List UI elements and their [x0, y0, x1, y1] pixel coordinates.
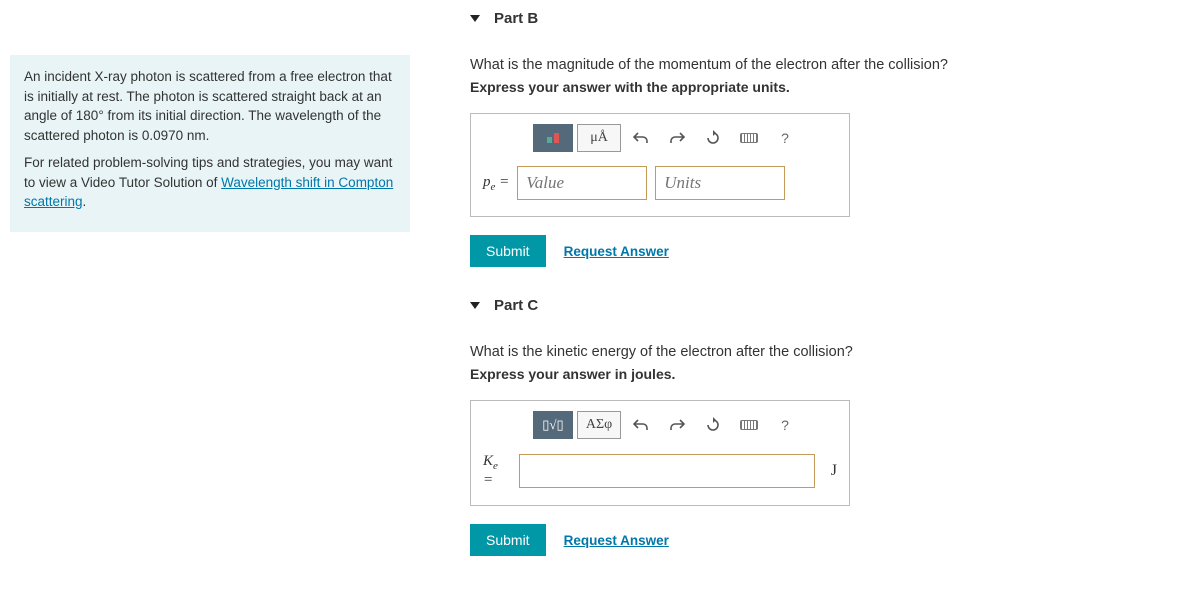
- part-c-header[interactable]: Part C: [470, 287, 1200, 322]
- reset-button[interactable]: [697, 124, 729, 152]
- undo-icon: [633, 418, 649, 432]
- part-b-request-answer-link[interactable]: Request Answer: [564, 244, 669, 259]
- part-c-title: Part C: [494, 297, 538, 314]
- part-b-header[interactable]: Part B: [470, 0, 1200, 35]
- undo-button[interactable]: [625, 124, 657, 152]
- part-b-variable-label: pe =: [483, 174, 509, 193]
- value-input[interactable]: [517, 166, 647, 200]
- keyboard-icon: [740, 420, 758, 430]
- part-c-toolbar: ▯√▯ ΑΣφ ?: [533, 411, 837, 439]
- keyboard-button[interactable]: [733, 411, 765, 439]
- part-b-question: What is the magnitude of the momentum of…: [470, 57, 1200, 73]
- math-templates-icon: ▯√▯: [542, 417, 563, 433]
- part-c-variable-label: Ke =: [483, 453, 511, 489]
- units-input[interactable]: [655, 166, 785, 200]
- unit-suffix: J: [831, 462, 837, 480]
- reset-icon: [705, 417, 721, 433]
- part-c-answer-box: ▯√▯ ΑΣφ ? Ke = J: [470, 400, 850, 506]
- kinetic-energy-input[interactable]: [519, 454, 814, 488]
- redo-icon: [669, 131, 685, 145]
- undo-icon: [633, 131, 649, 145]
- part-b-instruction: Express your answer with the appropriate…: [470, 79, 1200, 95]
- reset-button[interactable]: [697, 411, 729, 439]
- keyboard-button[interactable]: [733, 124, 765, 152]
- redo-button[interactable]: [661, 411, 693, 439]
- redo-button[interactable]: [661, 124, 693, 152]
- templates-button[interactable]: [533, 124, 573, 152]
- problem-statement-box: An incident X-ray photon is scattered fr…: [10, 55, 410, 232]
- part-b-submit-button[interactable]: Submit: [470, 235, 546, 267]
- units-button[interactable]: μÅ: [577, 124, 621, 152]
- problem-text: An incident X-ray photon is scattered fr…: [24, 67, 396, 145]
- caret-down-icon: [470, 15, 480, 22]
- part-b-answer-box: μÅ ? pe =: [470, 113, 850, 217]
- part-c-submit-button[interactable]: Submit: [470, 524, 546, 556]
- part-b-title: Part B: [494, 10, 538, 27]
- caret-down-icon: [470, 302, 480, 309]
- related-info: For related problem-solving tips and str…: [24, 153, 396, 212]
- help-button[interactable]: ?: [769, 411, 801, 439]
- math-templates-button[interactable]: ▯√▯: [533, 411, 573, 439]
- keyboard-icon: [740, 133, 758, 143]
- undo-button[interactable]: [625, 411, 657, 439]
- help-button[interactable]: ?: [769, 124, 801, 152]
- part-c-question: What is the kinetic energy of the electr…: [470, 344, 1200, 360]
- greek-button[interactable]: ΑΣφ: [577, 411, 621, 439]
- part-c-request-answer-link[interactable]: Request Answer: [564, 533, 669, 548]
- part-b-toolbar: μÅ ?: [533, 124, 837, 152]
- part-c-instruction: Express your answer in joules.: [470, 366, 1200, 382]
- reset-icon: [705, 130, 721, 146]
- redo-icon: [669, 418, 685, 432]
- templates-icon: [547, 133, 559, 143]
